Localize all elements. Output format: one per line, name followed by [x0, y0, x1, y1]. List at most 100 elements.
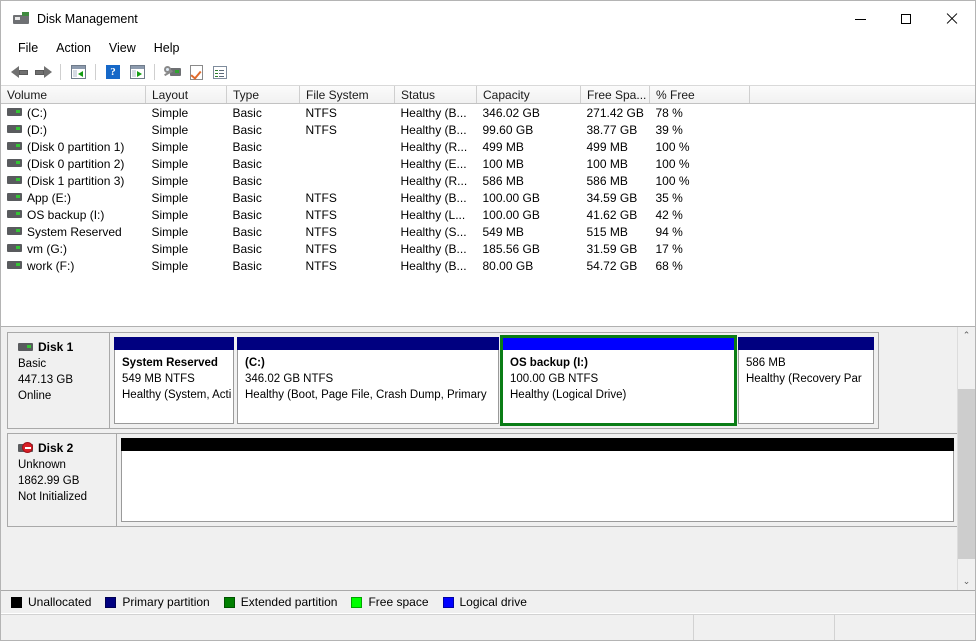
maximize-button[interactable] [883, 1, 929, 37]
show-hide-action-pane-button[interactable] [125, 61, 149, 83]
partition-color-bar [114, 337, 234, 350]
column-header-layout[interactable]: Layout [146, 86, 227, 104]
status-pane-3 [835, 614, 975, 640]
partition-os-backup[interactable]: OS backup (I:) 100.00 GB NTFS Healthy (L… [502, 337, 735, 424]
status-pane-1 [1, 614, 694, 640]
forward-button[interactable] [31, 61, 55, 83]
window-controls [837, 1, 975, 37]
disk-info-1[interactable]: Disk 1 Basic 447.13 GB Online [7, 332, 110, 429]
table-row[interactable]: (C:) Simple Basic NTFS Healthy (B... 346… [1, 104, 975, 122]
disk-partitions-2 [117, 433, 959, 527]
cell-empty [750, 206, 976, 223]
cell-capacity: 499 MB [477, 138, 581, 155]
cell-status: Healthy (B... [395, 121, 477, 138]
drive-icon [7, 210, 22, 218]
table-row[interactable]: OS backup (I:) Simple Basic NTFS Healthy… [1, 206, 975, 223]
cell-type: Basic [227, 155, 300, 172]
cell-type: Basic [227, 172, 300, 189]
disk-type-2: Unknown [18, 457, 116, 473]
cell-file-system: NTFS [300, 104, 395, 122]
rescan-disks-icon [164, 65, 181, 79]
drive-icon [7, 159, 22, 167]
rescan-disks-button[interactable] [160, 61, 184, 83]
volume-table-body: (C:) Simple Basic NTFS Healthy (B... 346… [1, 104, 975, 275]
toolbar: ? [1, 59, 975, 86]
table-row[interactable]: System Reserved Simple Basic NTFS Health… [1, 223, 975, 240]
toolbar-separator [154, 64, 155, 80]
help-button[interactable]: ? [101, 61, 125, 83]
disk-info-2[interactable]: Disk 2 Unknown 1862.99 GB Not Initialize… [7, 433, 117, 527]
minimize-button[interactable] [837, 1, 883, 37]
legend-label: Logical drive [460, 595, 527, 609]
partition-title: OS backup (I:) [510, 355, 734, 371]
status-pane-2 [694, 614, 835, 640]
partition-c-drive[interactable]: (C:) 346.02 GB NTFS Healthy (Boot, Page … [237, 337, 499, 424]
list-view-button[interactable] [208, 61, 232, 83]
disk-name-2: Disk 2 [38, 440, 73, 456]
cell-file-system [300, 155, 395, 172]
partition-system-reserved[interactable]: System Reserved 549 MB NTFS Healthy (Sys… [114, 337, 234, 424]
disk-type-1: Basic [18, 356, 109, 372]
cell-capacity: 99.60 GB [477, 121, 581, 138]
scroll-up-button[interactable]: ⌃ [958, 327, 975, 344]
cell-status: Healthy (L... [395, 206, 477, 223]
cell-percent-free: 42 % [650, 206, 750, 223]
toolbar-separator [95, 64, 96, 80]
cell-empty [750, 121, 976, 138]
table-row[interactable]: (Disk 0 partition 2) Simple Basic Health… [1, 155, 975, 172]
back-button[interactable] [7, 61, 31, 83]
window-title: Disk Management [37, 12, 837, 26]
partition-recovery[interactable]: 586 MB Healthy (Recovery Par [738, 337, 874, 424]
column-header-percent-free[interactable]: % Free [650, 86, 750, 104]
close-icon [946, 13, 958, 25]
partition-color-bar [237, 337, 499, 350]
menu-view[interactable]: View [100, 39, 145, 57]
cell-file-system [300, 172, 395, 189]
scroll-down-button[interactable]: ⌄ [958, 573, 975, 590]
close-button[interactable] [929, 1, 975, 37]
drive-icon [7, 176, 22, 184]
cell-capacity: 185.56 GB [477, 240, 581, 257]
table-row[interactable]: (Disk 1 partition 3) Simple Basic Health… [1, 172, 975, 189]
disk-graphic-pane: Disk 1 Basic 447.13 GB Online System Res… [1, 327, 975, 590]
column-header-type[interactable]: Type [227, 86, 300, 104]
column-header-file-system[interactable]: File System [300, 86, 395, 104]
table-row[interactable]: (D:) Simple Basic NTFS Healthy (B... 99.… [1, 121, 975, 138]
table-row[interactable]: work (F:) Simple Basic NTFS Healthy (B..… [1, 257, 975, 274]
partition-unallocated[interactable] [121, 438, 954, 522]
cell-percent-free: 68 % [650, 257, 750, 274]
disk-management-window: Disk Management File Action View Help ? [0, 0, 976, 641]
vertical-scrollbar[interactable]: ⌃ ⌄ [957, 327, 975, 590]
column-header-volume[interactable]: Volume [1, 86, 146, 104]
cell-percent-free: 17 % [650, 240, 750, 257]
menu-action[interactable]: Action [47, 39, 100, 57]
cell-status: Healthy (B... [395, 189, 477, 206]
partition-size-fs: 586 MB [746, 355, 873, 371]
back-arrow-icon [11, 66, 28, 79]
column-header-empty[interactable] [750, 86, 976, 104]
column-header-free-space[interactable]: Free Spa... [581, 86, 650, 104]
column-header-status[interactable]: Status [395, 86, 477, 104]
menu-file[interactable]: File [9, 39, 47, 57]
disk-name-1: Disk 1 [38, 339, 73, 355]
table-row[interactable]: App (E:) Simple Basic NTFS Healthy (B...… [1, 189, 975, 206]
table-row[interactable]: (Disk 0 partition 1) Simple Basic Health… [1, 138, 975, 155]
show-hide-console-tree-button[interactable] [66, 61, 90, 83]
cell-status: Healthy (S... [395, 223, 477, 240]
table-row[interactable]: vm (G:) Simple Basic NTFS Healthy (B... … [1, 240, 975, 257]
scrollbar-thumb[interactable] [958, 389, 975, 559]
menu-help[interactable]: Help [145, 39, 189, 57]
column-header-capacity[interactable]: Capacity [477, 86, 581, 104]
properties-button[interactable] [184, 61, 208, 83]
cell-free-space: 515 MB [581, 223, 650, 240]
title-bar: Disk Management [1, 1, 975, 37]
cell-capacity: 100 MB [477, 155, 581, 172]
show-hide-action-pane-icon [130, 65, 145, 79]
volume-list-pane[interactable]: Volume Layout Type File System Status Ca… [1, 86, 975, 327]
cell-volume: System Reserved [27, 225, 122, 239]
cell-volume: (Disk 1 partition 3) [27, 174, 124, 188]
cell-type: Basic [227, 240, 300, 257]
disk-state-1: Online [18, 388, 109, 404]
maximize-icon [901, 14, 911, 24]
cell-layout: Simple [146, 189, 227, 206]
